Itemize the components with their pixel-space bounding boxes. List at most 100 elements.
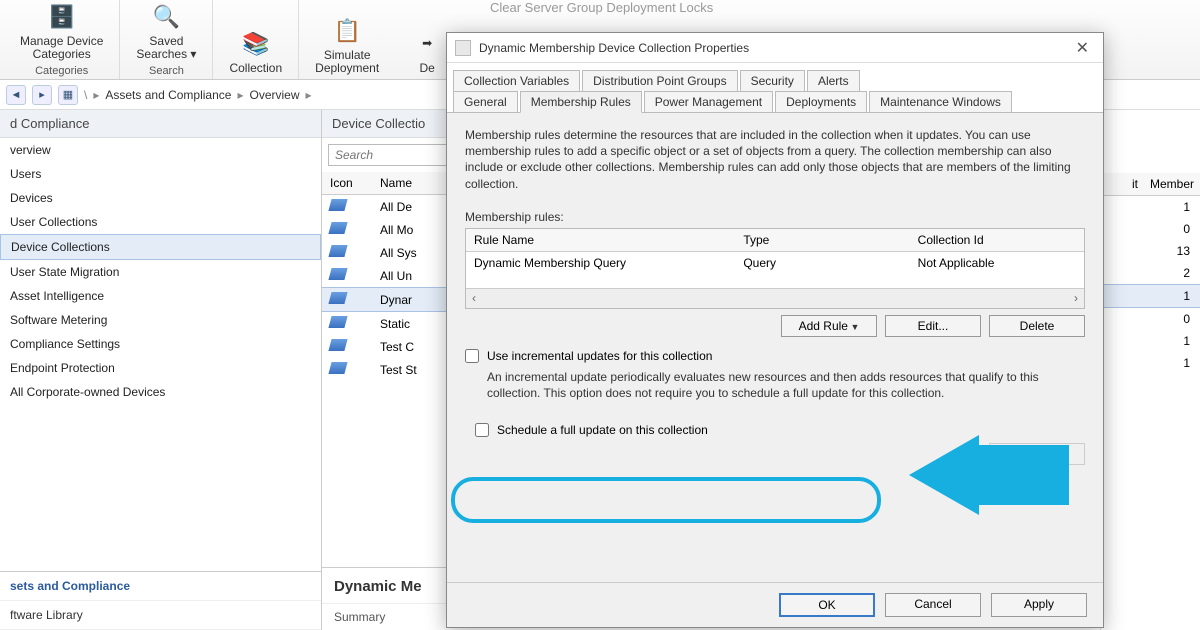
- tab[interactable]: Collection Variables: [453, 70, 580, 91]
- edit-rule-button[interactable]: Edit...: [885, 315, 981, 337]
- sidebar-item[interactable]: All Corporate-owned Devices: [0, 380, 321, 404]
- dialog-title: Dynamic Membership Device Collection Pro…: [479, 41, 1070, 55]
- ribbon-category-label: Search: [149, 65, 184, 77]
- member-count: 1: [1101, 330, 1200, 352]
- dialog-button-row: OK Cancel Apply: [447, 582, 1103, 627]
- rules-table-header: Rule Name Type Collection Id: [466, 229, 1084, 252]
- dialog-icon: [455, 40, 471, 56]
- sidebar-item[interactable]: Devices: [0, 186, 321, 210]
- collection-icon: [328, 316, 347, 328]
- collection-icon: [328, 292, 347, 304]
- member-count: 1: [1101, 196, 1200, 218]
- left-panel-title: d Compliance: [0, 110, 321, 138]
- sidebar-item[interactable]: verview: [0, 138, 321, 162]
- manage-device-categories-button[interactable]: 🗄️ Manage Device Categories: [14, 0, 109, 63]
- workspace-switcher: sets and Compliance ftware Library: [0, 571, 321, 630]
- col-icon[interactable]: Icon: [322, 172, 372, 194]
- search-icon: 🔍: [150, 1, 182, 33]
- collection-icon: 📚: [240, 28, 272, 60]
- ribbon-label: Collection: [229, 62, 282, 75]
- sidebar-item[interactable]: Asset Intelligence: [0, 284, 321, 308]
- saved-searches-button[interactable]: 🔍 Saved Searches ▾: [130, 0, 202, 63]
- delete-rule-button[interactable]: Delete: [989, 315, 1085, 337]
- collection-icon: [328, 339, 347, 351]
- apply-button[interactable]: Apply: [991, 593, 1087, 617]
- membership-description: Membership rules determine the resources…: [465, 127, 1085, 192]
- sidebar-item[interactable]: Users: [0, 162, 321, 186]
- breadcrumb-sep: \: [84, 88, 87, 102]
- collection-icon: [328, 222, 347, 234]
- rules-table-row[interactable]: Dynamic Membership Query Query Not Appli…: [466, 252, 1084, 274]
- left-nav-panel: d Compliance verviewUsersDevicesUser Col…: [0, 110, 322, 630]
- sidebar-item[interactable]: User State Migration: [0, 260, 321, 284]
- ribbon-category-label: Categories: [35, 65, 88, 77]
- workspace-software-library[interactable]: ftware Library: [0, 601, 321, 630]
- ribbon-disabled-command: Clear Server Group Deployment Locks: [490, 0, 713, 15]
- simulate-deployment-button[interactable]: 📋 Simulate Deployment: [309, 13, 385, 77]
- incremental-updates-checkbox[interactable]: Use incremental updates for this collect…: [465, 349, 1085, 363]
- col-it[interactable]: it: [1101, 173, 1144, 196]
- member-count: 0: [1101, 308, 1200, 330]
- rules-table: Rule Name Type Collection Id Dynamic Mem…: [465, 228, 1085, 309]
- properties-dialog: Dynamic Membership Device Collection Pro…: [446, 32, 1104, 628]
- member-count: 1: [1101, 284, 1200, 308]
- ok-button[interactable]: OK: [779, 593, 875, 617]
- sidebar-item[interactable]: Endpoint Protection: [0, 356, 321, 380]
- incremental-description: An incremental update periodically evalu…: [487, 369, 1085, 401]
- tab[interactable]: General: [453, 91, 518, 113]
- collection-icon: [328, 268, 347, 280]
- rules-label: Membership rules:: [465, 210, 1085, 224]
- col-rule-name[interactable]: Rule Name: [466, 229, 735, 251]
- right-col-header: it Member: [1101, 173, 1200, 196]
- deploy-button[interactable]: ➡ De: [405, 26, 449, 77]
- tab[interactable]: Maintenance Windows: [869, 91, 1012, 113]
- dialog-titlebar: Dynamic Membership Device Collection Pro…: [447, 33, 1103, 63]
- incremental-checkbox-input[interactable]: [465, 349, 479, 363]
- tab[interactable]: Membership Rules: [520, 91, 642, 113]
- sidebar-item[interactable]: Device Collections: [0, 234, 321, 260]
- close-button[interactable]: ✕: [1070, 36, 1095, 60]
- col-collection-id[interactable]: Collection Id: [910, 229, 1084, 251]
- tab[interactable]: Security: [740, 70, 805, 91]
- ribbon-group-collection: 📚 Collection: [213, 0, 299, 79]
- collection-icon: [328, 199, 347, 211]
- dialog-tabs: Collection VariablesDistribution Point G…: [447, 63, 1103, 112]
- ribbon-label: Simulate Deployment: [315, 49, 379, 75]
- breadcrumb-item[interactable]: Assets and Compliance: [105, 88, 231, 102]
- collection-icon: [328, 245, 347, 257]
- rules-scrollbar[interactable]: ‹›: [466, 288, 1084, 308]
- member-count: 1: [1101, 352, 1200, 374]
- add-rule-button[interactable]: Add Rule: [781, 315, 877, 337]
- simulate-icon: 📋: [331, 15, 363, 47]
- col-rule-type[interactable]: Type: [735, 229, 909, 251]
- breadcrumb-item[interactable]: Overview: [249, 88, 299, 102]
- annotation-arrow-icon: [909, 435, 1069, 515]
- nav-back-icon[interactable]: ◄: [6, 85, 26, 105]
- member-count: 2: [1101, 262, 1200, 284]
- sidebar-item[interactable]: Software Metering: [0, 308, 321, 332]
- right-column: it Member 101321011: [1100, 110, 1200, 630]
- tab[interactable]: Deployments: [775, 91, 867, 113]
- sidebar-item[interactable]: Compliance Settings: [0, 332, 321, 356]
- member-count: 0: [1101, 218, 1200, 240]
- annotation-highlight: [451, 477, 881, 523]
- nav-list: verviewUsersDevicesUser CollectionsDevic…: [0, 138, 321, 571]
- tab-body: Membership rules determine the resources…: [447, 112, 1103, 582]
- nav-root-icon[interactable]: ▦: [58, 85, 78, 105]
- device-categories-icon: 🗄️: [46, 1, 78, 33]
- tab[interactable]: Alerts: [807, 70, 860, 91]
- cancel-button[interactable]: Cancel: [885, 593, 981, 617]
- collection-button[interactable]: 📚 Collection: [223, 26, 288, 77]
- sidebar-item[interactable]: User Collections: [0, 210, 321, 234]
- workspace-assets[interactable]: sets and Compliance: [0, 572, 321, 601]
- col-member[interactable]: Member: [1144, 173, 1200, 196]
- schedule-checkbox-input[interactable]: [475, 423, 489, 437]
- nav-forward-icon[interactable]: ▸: [32, 85, 52, 105]
- ribbon-group-simulate: 📋 Simulate Deployment: [299, 0, 395, 79]
- ribbon-label: De: [420, 62, 435, 75]
- ribbon-group-search: 🔍 Saved Searches ▾ Search: [120, 0, 213, 79]
- tab[interactable]: Power Management: [644, 91, 773, 113]
- deploy-icon: ➡: [411, 28, 443, 60]
- tab[interactable]: Distribution Point Groups: [582, 70, 737, 91]
- member-count: 13: [1101, 240, 1200, 262]
